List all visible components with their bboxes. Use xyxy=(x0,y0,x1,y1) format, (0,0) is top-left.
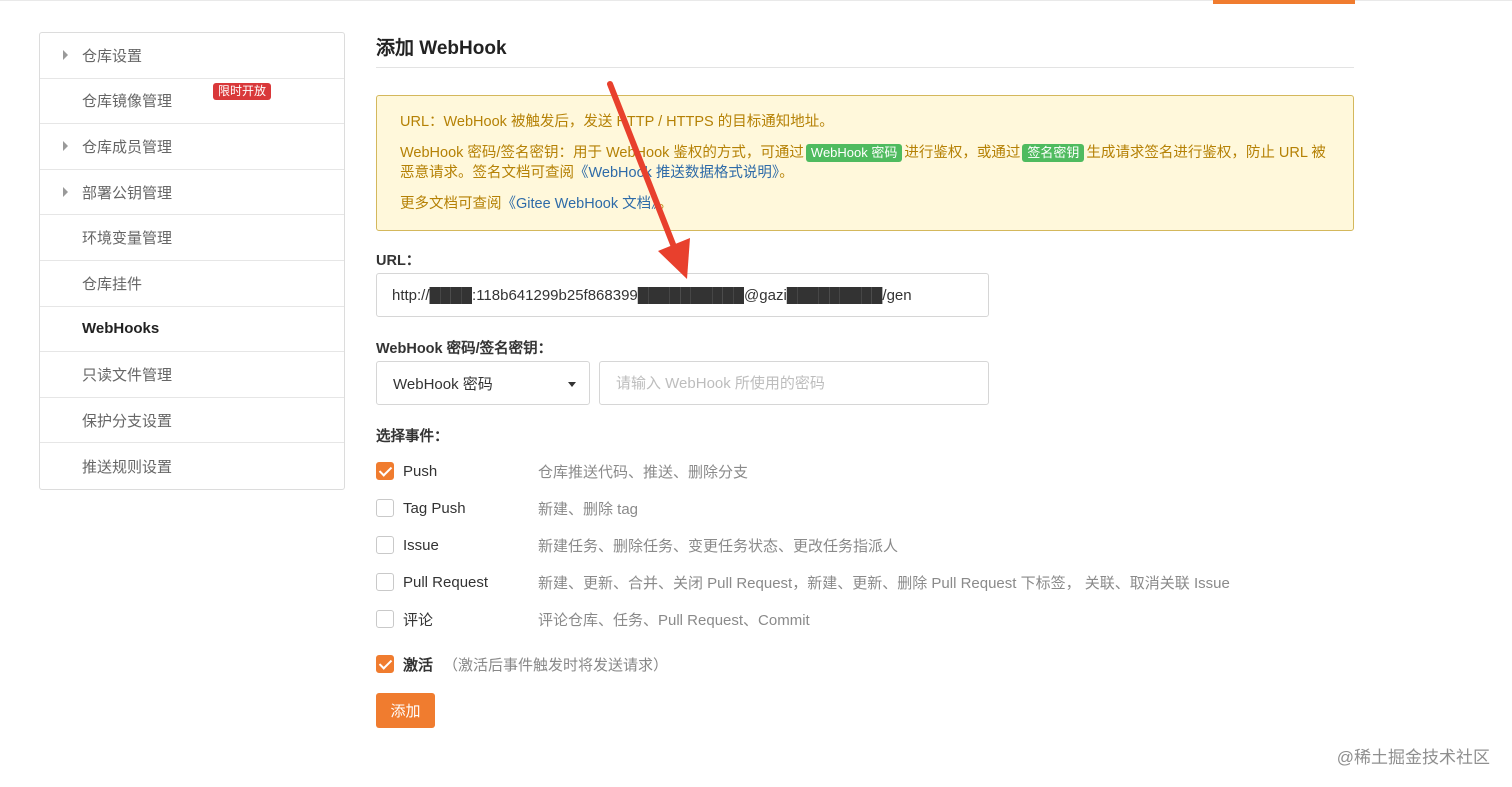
sidebar-item-readonly-files[interactable]: 只读文件管理 xyxy=(40,352,344,398)
sidebar-item-label: 仓库挂件 xyxy=(82,275,143,293)
event-row-issue: Issue 新建任务、删除任务、变更任务状态、更改任务指派人 xyxy=(376,534,1354,556)
caret-right-icon xyxy=(63,141,68,152)
secret-type-select[interactable]: WebHook 密码 xyxy=(376,361,590,405)
event-desc: 新建任务、删除任务、变更任务状态、更改任务指派人 xyxy=(538,537,899,555)
active-nav-indicator xyxy=(1213,0,1355,4)
secret-type-value: WebHook 密码 xyxy=(393,375,493,393)
watermark: @稀土掘金技术社区 xyxy=(1336,748,1490,767)
sidebar-item-repo-settings[interactable]: 仓库设置 xyxy=(40,33,344,79)
event-desc: 新建、删除 tag xyxy=(538,500,639,518)
sidebar-item-label: 环境变量管理 xyxy=(82,230,173,248)
pull-request-checkbox[interactable] xyxy=(376,573,394,591)
activate-label: 激活 xyxy=(403,656,434,674)
divider xyxy=(376,67,1354,68)
sidebar-item-label: 只读文件管理 xyxy=(82,366,173,384)
tag-push-checkbox[interactable] xyxy=(376,499,394,517)
issue-checkbox[interactable] xyxy=(376,536,394,554)
sidebar-item-label: 推送规则设置 xyxy=(82,458,173,476)
sidebar-item-mirror[interactable]: 仓库镜像管理 限时开放 xyxy=(40,79,344,125)
sidebar-item-webhooks[interactable]: WebHooks xyxy=(40,307,344,353)
info-notice: URL：WebHook 被触发后，发送 HTTP / HTTPS 的目标通知地址… xyxy=(376,95,1354,231)
event-row-push: Push 仓库推送代码、推送、删除分支 xyxy=(376,460,1354,482)
event-name: Pull Request xyxy=(403,573,489,591)
event-desc: 评论仓库、任务、Pull Request、Commit xyxy=(538,611,810,629)
signature-tag: 签名密钥 xyxy=(1022,144,1085,162)
gitee-webhook-doc-link[interactable]: 《Gitee WebHook 文档》 xyxy=(502,196,659,212)
url-label: URL： xyxy=(376,253,421,269)
password-tag: WebHook 密码 xyxy=(805,144,903,162)
settings-sidebar: 仓库设置 仓库镜像管理 限时开放 仓库成员管理 部署公钥管理 环境变量管理 仓库… xyxy=(39,32,345,490)
event-row-tag-push: Tag Push 新建、删除 tag xyxy=(376,497,1354,519)
notice-text: 进行鉴权，或通过 xyxy=(904,145,1021,161)
caret-right-icon xyxy=(63,187,68,198)
activate-hint: （激活后事件触发时将发送请求） xyxy=(443,656,669,674)
event-name: 评论 xyxy=(403,611,434,629)
notice-url-line: URL：WebHook 被触发后，发送 HTTP / HTTPS 的目标通知地址… xyxy=(400,114,834,130)
sidebar-item-label: 仓库镜像管理 xyxy=(82,93,173,111)
notice-text: 。 xyxy=(658,196,673,212)
notice-text: 。 xyxy=(779,165,794,181)
event-name: Tag Push xyxy=(403,499,466,517)
activate-row: 激活 （激活后事件触发时将发送请求） xyxy=(376,653,1354,675)
sidebar-item-label: 仓库设置 xyxy=(82,47,143,65)
events-label: 选择事件： xyxy=(376,429,449,445)
sidebar-item-push-rules[interactable]: 推送规则设置 xyxy=(40,443,344,489)
limited-badge: 限时开放 xyxy=(213,82,272,100)
caret-right-icon xyxy=(63,50,68,61)
sidebar-item-members[interactable]: 仓库成员管理 xyxy=(40,124,344,170)
sidebar-item-label: 部署公钥管理 xyxy=(82,184,173,202)
sidebar-item-label: 仓库成员管理 xyxy=(82,138,173,156)
page-title: 添加 WebHook xyxy=(376,38,507,59)
secret-input[interactable] xyxy=(599,361,989,405)
notice-docs-line: 更多文档可查阅《Gitee WebHook 文档》。 xyxy=(400,194,1331,214)
sidebar-item-deploy-keys[interactable]: 部署公钥管理 xyxy=(40,170,344,216)
event-row-pull-request: Pull Request 新建、更新、合并、关闭 Pull Request，新建… xyxy=(376,571,1354,593)
secret-label: WebHook 密码/签名密钥： xyxy=(376,341,553,357)
sidebar-item-env-vars[interactable]: 环境变量管理 xyxy=(40,215,344,261)
notice-secret-line: WebHook 密码/签名密钥：用于 WebHook 鉴权的方式，可通过 WebH… xyxy=(400,143,1331,183)
push-checkbox[interactable] xyxy=(376,462,394,480)
sidebar-item-label: 保护分支设置 xyxy=(82,412,173,430)
notice-text: 更多文档可查阅 xyxy=(400,196,502,212)
push-format-doc-link[interactable]: 《WebHook 推送数据格式说明》 xyxy=(574,165,779,181)
chevron-down-icon xyxy=(568,382,576,387)
notice-text: WebHook 密码/签名密钥：用于 WebHook 鉴权的方式，可通过 xyxy=(400,145,804,161)
sidebar-item-protected-branches[interactable]: 保护分支设置 xyxy=(40,398,344,444)
activate-checkbox[interactable] xyxy=(376,655,394,673)
event-desc: 新建、更新、合并、关闭 Pull Request，新建、更新、删除 Pull R… xyxy=(538,574,1230,592)
event-row-comment: 评论 评论仓库、任务、Pull Request、Commit xyxy=(376,608,1354,630)
sidebar-item-label: WebHooks xyxy=(82,320,160,338)
url-input[interactable] xyxy=(376,273,989,317)
sidebar-item-widgets[interactable]: 仓库挂件 xyxy=(40,261,344,307)
event-desc: 仓库推送代码、推送、删除分支 xyxy=(538,463,749,481)
comment-checkbox[interactable] xyxy=(376,610,394,628)
event-name: Push xyxy=(403,462,438,480)
event-name: Issue xyxy=(403,536,439,554)
add-button[interactable]: 添加 xyxy=(376,693,435,728)
